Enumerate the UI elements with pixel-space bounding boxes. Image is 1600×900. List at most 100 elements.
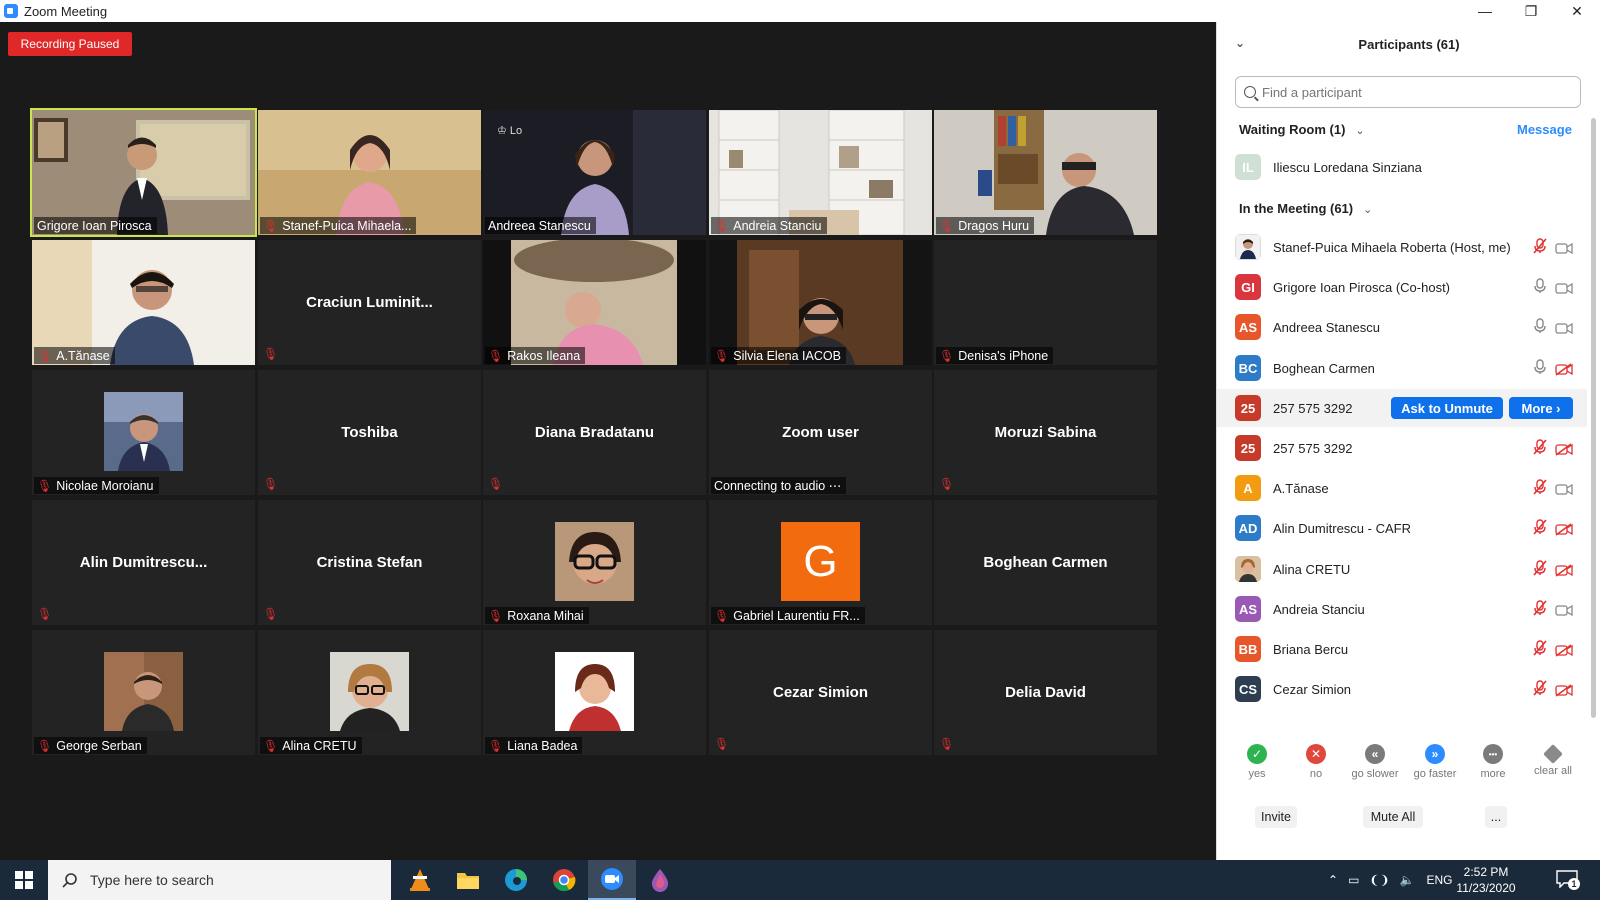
video-tile[interactable]: Craciun Luminit... 🎙 <box>258 240 481 365</box>
participant-row[interactable]: 25 257 575 3292 <box>1217 429 1587 467</box>
participant-search-box[interactable] <box>1235 76 1581 108</box>
taskbar-search-box[interactable]: Type here to search <box>48 860 391 900</box>
participant-row[interactable]: BB Briana Bercu <box>1217 630 1587 668</box>
recording-paused-badge[interactable]: Recording Paused <box>8 32 132 56</box>
video-tile[interactable]: 🎙 George Serban <box>32 630 255 755</box>
video-off-icon[interactable] <box>1555 643 1573 657</box>
participant-row[interactable]: 25 257 575 3292 Ask to Unmute More › <box>1217 389 1587 427</box>
video-tile[interactable]: 🎙 A.Tănase <box>32 240 255 365</box>
waiting-participant-row[interactable]: IL Iliescu Loredana Sinziana <box>1217 148 1587 186</box>
reaction-more-button[interactable]: ••• more <box>1463 744 1523 780</box>
participant-row[interactable]: AS Andreia Stanciu <box>1217 590 1587 628</box>
video-tile[interactable]: 🎙 Nicolae Moroianu <box>32 370 255 495</box>
reaction-yes-button[interactable]: ✓ yes <box>1227 744 1287 780</box>
video-tile[interactable]: Zoom user Connecting to audio ⋯ <box>709 370 932 495</box>
participant-row[interactable]: CS Cezar Simion <box>1217 670 1587 708</box>
chrome-app[interactable] <box>540 860 588 900</box>
video-tile[interactable]: Alin Dumitrescu... 🎙 <box>32 500 255 625</box>
video-on-icon[interactable] <box>1555 604 1573 616</box>
video-tile[interactable]: 🎙 Stanef-Puica Mihaela... <box>258 110 481 235</box>
reaction-go-slower-button[interactable]: « go slower <box>1345 744 1405 780</box>
video-tile[interactable]: Diana Bradatanu 🎙 <box>483 370 706 495</box>
participant-scrollbar[interactable] <box>1591 108 1597 722</box>
message-link[interactable]: Message <box>1517 122 1572 137</box>
video-tile[interactable]: Toshiba 🎙 <box>258 370 481 495</box>
search-input[interactable] <box>1262 84 1562 100</box>
video-tile[interactable]: 🎙 Alina CRETU <box>258 630 481 755</box>
video-on-icon[interactable] <box>1555 322 1573 334</box>
video-tile[interactable]: Cristina Stefan 🎙 <box>258 500 481 625</box>
wifi-icon[interactable]: ❨❩ <box>1369 873 1389 887</box>
video-on-icon[interactable] <box>1555 483 1573 495</box>
paint-app[interactable] <box>636 860 684 900</box>
muted-mic-icon[interactable] <box>1533 478 1547 498</box>
ask-to-unmute-button[interactable]: Ask to Unmute <box>1391 397 1503 419</box>
mic-icon[interactable] <box>1533 277 1547 297</box>
video-tile[interactable]: 🎙 Dragos Huru <box>934 110 1157 235</box>
waiting-room-header[interactable]: Waiting Room (1) ⌄ <box>1239 122 1365 137</box>
video-tile[interactable]: Grigore Ioan Pirosca <box>30 108 257 237</box>
video-on-icon[interactable] <box>1555 242 1573 254</box>
tile-name: 🎙 A.Tănase <box>34 347 115 364</box>
minimize-button[interactable]: — <box>1462 0 1508 22</box>
close-button[interactable]: ✕ <box>1554 0 1600 22</box>
participant-row[interactable]: Alina CRETU <box>1217 550 1587 588</box>
video-off-icon[interactable] <box>1555 442 1573 456</box>
start-button[interactable] <box>0 860 48 900</box>
video-tile[interactable]: 🎙 Denisa's iPhone <box>934 240 1157 365</box>
video-tile[interactable]: Cezar Simion 🎙 <box>709 630 932 755</box>
muted-mic-icon[interactable] <box>1533 518 1547 538</box>
in-meeting-header[interactable]: In the Meeting (61) ⌄ <box>1239 201 1372 216</box>
video-off-icon[interactable] <box>1555 683 1573 697</box>
video-tile[interactable]: G 🎙 Gabriel Laurentiu FR... <box>709 500 932 625</box>
video-on-icon[interactable] <box>1555 282 1573 294</box>
participant-row[interactable]: Stanef-Puica Mihaela Roberta (Host, me) <box>1217 228 1587 266</box>
battery-icon[interactable]: ▭ <box>1348 873 1359 887</box>
more-options-button[interactable]: ... <box>1485 806 1507 828</box>
participant-row[interactable]: GI Grigore Ioan Pirosca (Co-host) <box>1217 268 1587 306</box>
restore-button[interactable]: ❐ <box>1508 0 1554 22</box>
participant-row[interactable]: AS Andreea Stanescu <box>1217 308 1587 346</box>
muted-mic-icon[interactable] <box>1533 438 1547 458</box>
muted-mic-icon[interactable] <box>1533 559 1547 579</box>
participant-row[interactable]: BC Boghean Carmen <box>1217 349 1587 387</box>
video-tile[interactable]: 🎙 Roxana Mihai <box>483 500 706 625</box>
more-button[interactable]: More › <box>1509 397 1573 419</box>
muted-mic-icon[interactable] <box>1533 639 1547 659</box>
scrollbar-thumb[interactable] <box>1591 118 1596 718</box>
video-tile[interactable]: ♔ Lo Andreea Stanescu <box>483 110 706 235</box>
vlc-app[interactable] <box>396 860 444 900</box>
video-off-icon[interactable] <box>1555 522 1573 536</box>
collapse-chevron-icon[interactable]: ⌄ <box>1235 36 1245 50</box>
invite-button[interactable]: Invite <box>1255 806 1297 828</box>
muted-mic-icon[interactable] <box>1533 237 1547 257</box>
video-tile[interactable]: Delia David 🎙 <box>934 630 1157 755</box>
mute-all-button[interactable]: Mute All <box>1363 806 1423 828</box>
muted-mic-icon: 🎙 <box>37 478 53 493</box>
video-tile[interactable]: 🎙 Andreia Stanciu <box>709 110 932 235</box>
volume-icon[interactable]: 🔈 <box>1400 873 1415 887</box>
video-tile[interactable]: 🎙 Rakos Ileana <box>483 240 706 365</box>
video-tile[interactable]: Boghean Carmen <box>934 500 1157 625</box>
muted-mic-icon[interactable] <box>1533 679 1547 699</box>
show-hidden-icons-chevron[interactable]: ⌃ <box>1328 873 1338 887</box>
language-indicator[interactable]: ENG <box>1426 873 1452 887</box>
video-off-icon[interactable] <box>1555 563 1573 577</box>
video-tile[interactable]: 🎙 Liana Badea <box>483 630 706 755</box>
file-explorer-app[interactable] <box>444 860 492 900</box>
mic-icon[interactable] <box>1533 358 1547 378</box>
edge-app[interactable] <box>492 860 540 900</box>
video-tile[interactable]: 🎙 Silvia Elena IACOB <box>709 240 932 365</box>
reaction-clear-all-button[interactable]: clear all <box>1523 744 1583 777</box>
video-tile[interactable]: Moruzi Sabina 🎙 <box>934 370 1157 495</box>
reaction-no-button[interactable]: ✕ no <box>1286 744 1346 780</box>
participant-row[interactable]: AD Alin Dumitrescu - CAFR <box>1217 509 1587 547</box>
participant-row[interactable]: A A.Tănase <box>1217 469 1587 507</box>
mic-icon[interactable] <box>1533 317 1547 337</box>
muted-mic-icon[interactable] <box>1533 599 1547 619</box>
reaction-go-faster-button[interactable]: » go faster <box>1405 744 1465 780</box>
video-off-icon[interactable] <box>1555 362 1573 376</box>
zoom-app[interactable] <box>588 860 636 900</box>
taskbar-clock[interactable]: 2:52 PM 11/23/2020 <box>1452 864 1520 896</box>
notification-center-button[interactable]: 1 <box>1556 870 1582 890</box>
